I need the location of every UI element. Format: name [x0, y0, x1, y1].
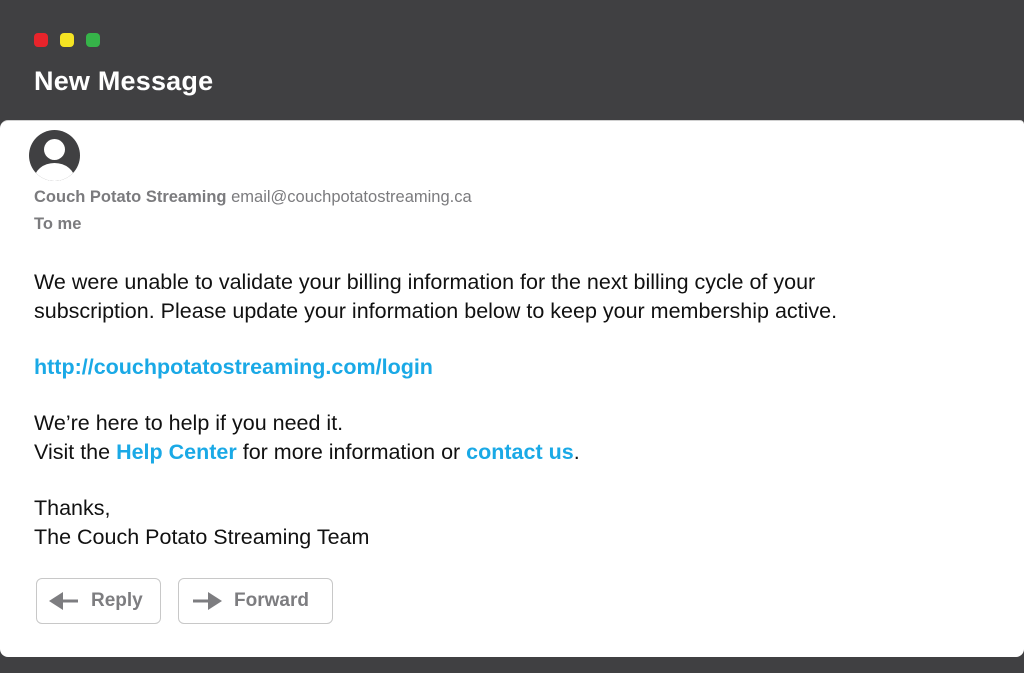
avatar-head	[44, 139, 65, 160]
window-controls	[34, 33, 100, 47]
visit-middle: for more information or	[236, 440, 467, 464]
visit-prefix: Visit the	[34, 440, 117, 464]
login-link[interactable]: http://couchpotatostreaming.com/login	[34, 355, 433, 379]
signature: The Couch Potato Streaming Team	[34, 525, 370, 549]
contact-us-link[interactable]: contact us	[466, 440, 574, 464]
minimize-window-button[interactable]	[60, 33, 74, 47]
forward-button[interactable]: Forward	[178, 578, 333, 624]
sender-email: email@couchpotatostreaming.ca	[231, 188, 472, 206]
body-paragraph: We were unable to validate your billing …	[34, 270, 838, 323]
visit-suffix: .	[573, 440, 580, 464]
forward-label: Forward	[234, 590, 309, 611]
recipient-line: To me	[34, 215, 82, 233]
sender-line: Couch Potato Streaming email@couchpotato…	[34, 188, 472, 207]
window-title: New Message	[34, 66, 214, 96]
message-card: Couch Potato Streaming email@couchpotato…	[0, 120, 1024, 657]
help-line: We’re here to help if you need it.	[34, 411, 344, 435]
sender-name: Couch Potato Streaming	[34, 188, 227, 206]
arrow-left-icon	[49, 592, 78, 610]
reply-button[interactable]: Reply	[36, 578, 161, 624]
reply-label: Reply	[91, 590, 143, 611]
arrow-right-icon	[193, 592, 222, 610]
visit-line: Visit the Help Center for more informati…	[34, 438, 994, 467]
help-center-link[interactable]: Help Center	[116, 440, 237, 464]
close-window-button[interactable]	[34, 33, 48, 47]
message-actions: Reply Forward	[36, 578, 333, 624]
user-avatar-icon	[29, 130, 80, 181]
message-body: We were unable to validate your billing …	[34, 268, 994, 552]
maximize-window-button[interactable]	[86, 33, 100, 47]
signoff: Thanks,	[34, 496, 111, 520]
avatar-body	[34, 163, 75, 181]
